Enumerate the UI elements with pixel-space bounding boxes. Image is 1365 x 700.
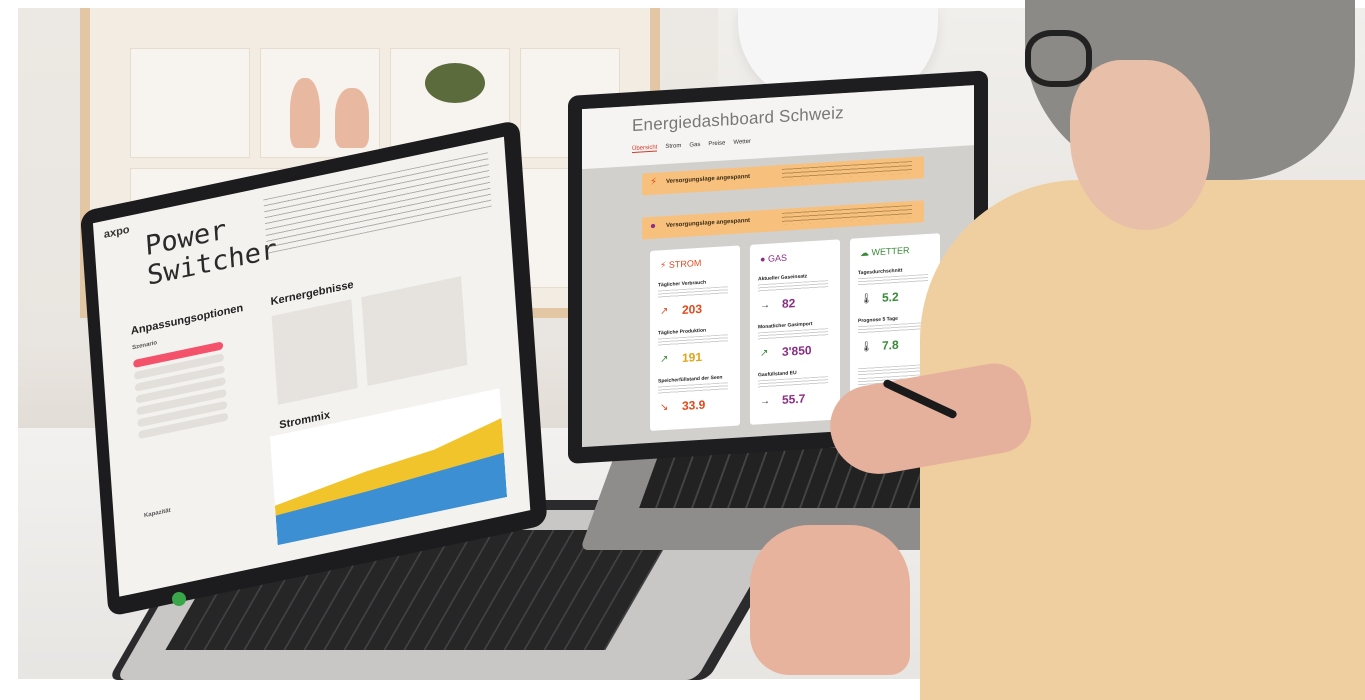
tab-strom[interactable]: Strom bbox=[665, 143, 681, 151]
arrow-right-icon: → bbox=[760, 395, 770, 408]
metric-value: 5.2 bbox=[882, 289, 899, 305]
axpo-logo: axpo bbox=[103, 223, 130, 241]
metric-value: 203 bbox=[682, 301, 703, 318]
person-hand-left bbox=[750, 525, 910, 675]
card-gas: ● GAS Aktueller Gaseinsatz → 82 Monatlic… bbox=[750, 239, 840, 425]
metric-value: 33.9 bbox=[682, 397, 706, 414]
lightning-icon: ⚡ bbox=[650, 176, 658, 188]
metric-value: 191 bbox=[682, 349, 703, 366]
metric-value: 3'850 bbox=[782, 343, 812, 359]
alert-banner[interactable]: ● Versorgungslage angespannt bbox=[642, 200, 924, 240]
app-title: Power Switcher bbox=[144, 214, 279, 292]
card-title: ⚡ STROM bbox=[660, 257, 702, 271]
dashboard-nav: Übersicht Strom Gas Preise Wetter bbox=[632, 139, 751, 154]
tab-gas[interactable]: Gas bbox=[689, 142, 700, 150]
tab-wetter[interactable]: Wetter bbox=[733, 139, 751, 147]
power-switcher-app: axpo Power Switcher Anpassungsoptionen K… bbox=[92, 136, 531, 597]
arrow-up-icon: ↗ bbox=[660, 305, 669, 318]
metric-value: 7.8 bbox=[882, 337, 899, 353]
capacity-label: Kapazität bbox=[143, 507, 171, 520]
metric-value: 55.7 bbox=[782, 391, 806, 407]
arrow-up-icon: ↗ bbox=[660, 353, 669, 366]
arrow-right-icon: → bbox=[760, 299, 770, 312]
thermometer-icon: 🌡 bbox=[860, 293, 873, 306]
cloud-icon: ☁ bbox=[860, 247, 869, 259]
flame-icon: ● bbox=[760, 253, 766, 265]
lightning-icon: ⚡ bbox=[660, 259, 667, 271]
result-chart bbox=[361, 276, 468, 387]
card-title: ☁ WETTER bbox=[860, 245, 910, 259]
arrow-down-icon: ↘ bbox=[660, 401, 669, 414]
card-title: ● GAS bbox=[760, 252, 787, 265]
flame-icon: ● bbox=[650, 220, 657, 232]
intro-text bbox=[263, 152, 492, 254]
chat-icon[interactable] bbox=[172, 592, 186, 606]
result-card bbox=[271, 299, 358, 405]
strommix-area-chart bbox=[269, 388, 508, 546]
thermometer-icon: 🌡 bbox=[860, 341, 873, 354]
arrow-up-icon: ↗ bbox=[760, 347, 769, 360]
dashboard-title: Energiedashboard Schweiz bbox=[632, 103, 844, 136]
scenario-label: Szenario bbox=[131, 340, 158, 352]
tab-overview[interactable]: Übersicht bbox=[632, 144, 658, 154]
tab-preise[interactable]: Preise bbox=[708, 140, 725, 148]
options-heading: Anpassungsoptionen bbox=[130, 302, 244, 338]
metric-value: 82 bbox=[782, 296, 796, 311]
card-strom: ⚡ STROM Täglicher Verbrauch ↗ 203 Täglic… bbox=[650, 245, 740, 431]
glasses bbox=[1025, 30, 1092, 87]
